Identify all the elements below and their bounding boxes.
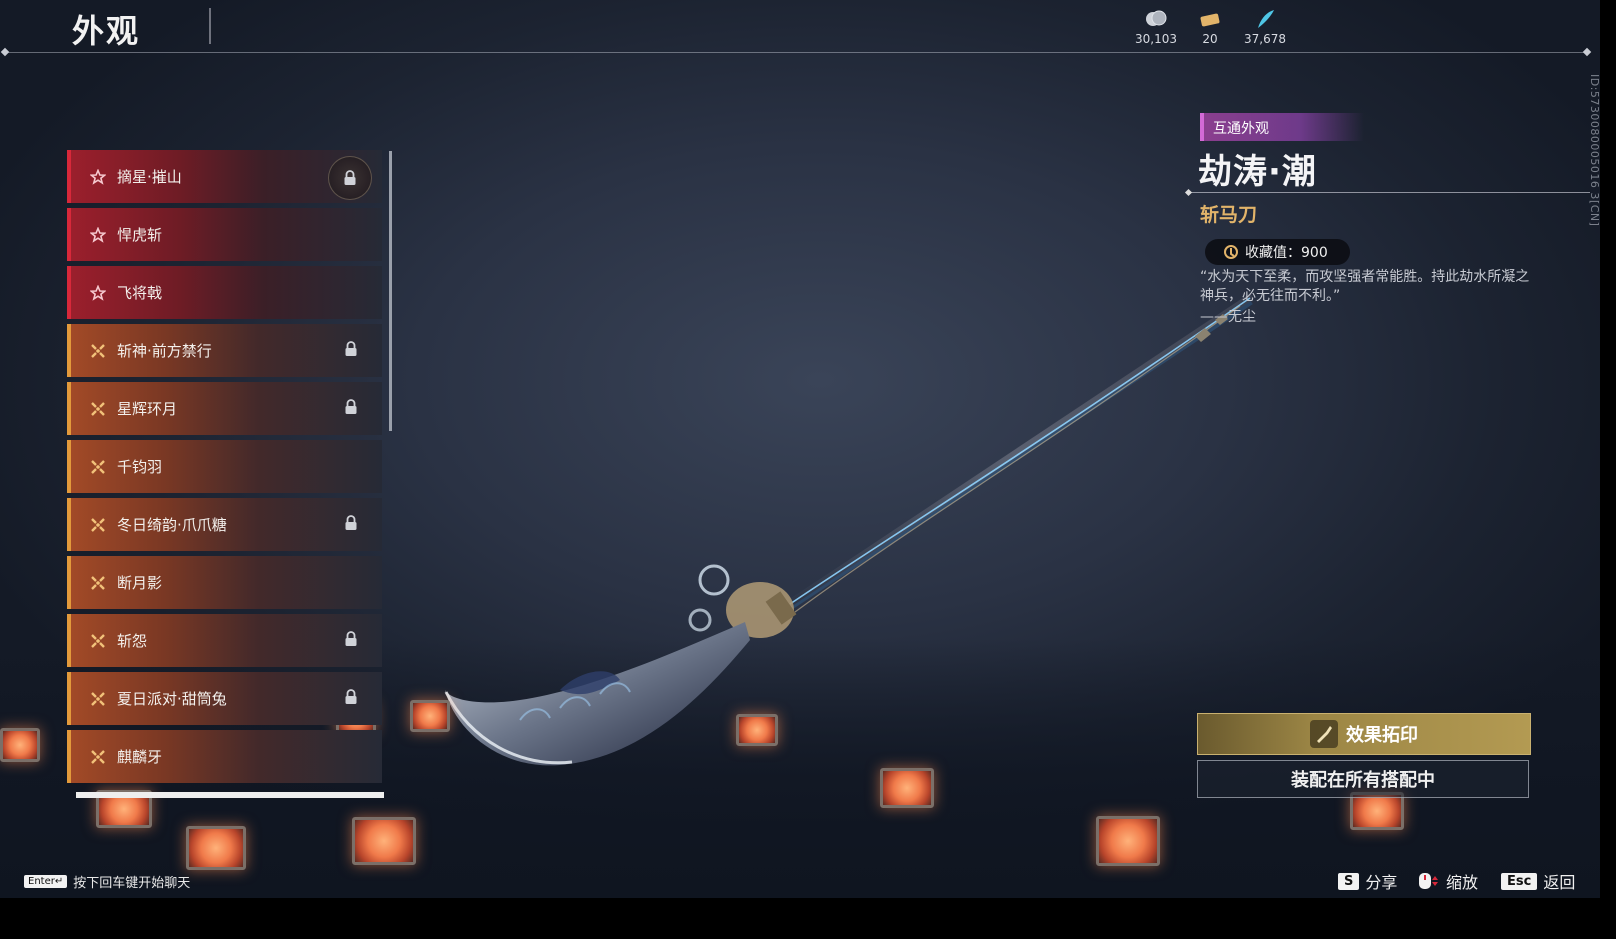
list-item[interactable]: 冬日绮韵·爪爪糖 (67, 498, 382, 551)
lantern-decoration (410, 700, 450, 732)
enter-key-badge: Enter↵ (24, 875, 68, 888)
list-item[interactable]: 麒麟牙 (67, 730, 382, 783)
star-rarity-icon (89, 284, 107, 302)
lock-icon (344, 399, 358, 415)
currency-silver-value: 30,103 (1135, 32, 1177, 46)
currency-ticket: 20 (1180, 8, 1240, 46)
star-rarity-icon (89, 168, 107, 186)
lock-icon (344, 341, 358, 357)
share-label: 分享 (1365, 873, 1398, 892)
cross-rarity-icon (89, 632, 107, 650)
list-item-label: 断月影 (117, 574, 163, 592)
list-item[interactable]: 夏日派对·甜筒兔 (67, 672, 382, 725)
top-bar: 外观 30,103 20 37,678 (0, 0, 1600, 57)
lock-icon (328, 156, 372, 200)
cross-rarity-icon (89, 690, 107, 708)
list-item[interactable]: 斩神·前方禁行 (67, 324, 382, 377)
feather-icon (1258, 10, 1274, 28)
equip-all-label: 装配在所有搭配中 (1291, 770, 1435, 791)
list-item[interactable]: 断月影 (67, 556, 382, 609)
back-label: 返回 (1543, 873, 1576, 892)
zoom-label: 缩放 (1446, 873, 1479, 892)
list-item-label: 摘星·摧山 (117, 168, 182, 186)
s-key-badge: S (1338, 872, 1360, 890)
cross-rarity-icon (89, 342, 107, 360)
collection-value-badge: 收藏值：900 (1205, 239, 1350, 265)
weapon-name: 劫涛·潮 (1198, 152, 1317, 192)
list-item-label: 飞将戟 (117, 284, 163, 302)
currency-silver: 30,103 (1126, 8, 1186, 46)
appearance-list[interactable]: 摘星·摧山悍虎斩飞将戟斩神·前方禁行 星辉环月千钧羽冬日绮韵·爪爪糖 断月影斩怨夏日… (67, 150, 382, 796)
list-item-label: 夏日派对·甜筒兔 (117, 690, 227, 708)
cross-rarity-icon (89, 574, 107, 592)
lock-icon (344, 515, 358, 531)
list-item-label: 斩神·前方禁行 (117, 342, 212, 360)
list-item[interactable]: 悍虎斩 (67, 208, 382, 261)
list-item-label: 星辉环月 (117, 400, 178, 418)
lock-icon (344, 631, 358, 647)
list-item[interactable]: 千钧羽 (67, 440, 382, 493)
item-id: ID:5730080005016 3[CN] (1588, 74, 1601, 227)
list-item-label: 麒麟牙 (117, 748, 163, 766)
list-next-item-edge (76, 792, 384, 798)
star-rarity-icon (89, 226, 107, 244)
weapon-type: 斩马刀 (1200, 204, 1258, 226)
lantern-decoration (0, 728, 40, 762)
lantern-decoration (880, 768, 934, 808)
currency-feather-value: 37,678 (1244, 32, 1286, 46)
cross-platform-tag: 互通外观 (1200, 113, 1364, 141)
list-item[interactable]: 摘星·摧山 (67, 150, 382, 203)
share-hotkey[interactable]: S 分享 (1338, 869, 1397, 893)
silver-coin-icon (1146, 10, 1167, 26)
cross-rarity-icon (89, 458, 107, 476)
list-item[interactable]: 星辉环月 (67, 382, 382, 435)
list-item-label: 冬日绮韵·爪爪糖 (117, 516, 227, 534)
collection-value: 收藏值：900 (1245, 245, 1328, 261)
list-item[interactable]: 斩怨 (67, 614, 382, 667)
list-item-label: 悍虎斩 (117, 226, 163, 244)
brush-icon (1310, 720, 1338, 748)
lantern-decoration (736, 714, 778, 746)
lock-icon (344, 689, 358, 705)
mouse-wheel-icon (1419, 873, 1438, 889)
cross-rarity-icon (89, 516, 107, 534)
list-scrollbar[interactable] (389, 151, 392, 431)
cross-rarity-icon (89, 400, 107, 418)
currency-feather: 37,678 (1235, 8, 1295, 46)
effect-imprint-button[interactable]: 效果拓印 (1197, 713, 1531, 755)
ticket-icon (1200, 13, 1220, 27)
list-item-label: 斩怨 (117, 632, 148, 650)
equip-all-button[interactable]: 装配在所有搭配中 (1197, 760, 1529, 798)
cross-rarity-icon (89, 748, 107, 766)
chat-hint[interactable]: Enter↵ 按下回车键开始聊天 (24, 872, 190, 891)
effect-imprint-label: 效果拓印 (1346, 725, 1418, 746)
lantern-decoration (1096, 816, 1160, 866)
lantern-decoration (186, 826, 246, 870)
quote-author: ——无尘 (1200, 309, 1256, 325)
currency-ticket-value: 20 (1202, 32, 1218, 46)
collection-icon (1224, 245, 1238, 259)
list-item-label: 千钧羽 (117, 458, 163, 476)
name-divider (1190, 192, 1590, 193)
zoom-hotkey[interactable]: 缩放 (1418, 869, 1478, 893)
tag-label: 互通外观 (1213, 121, 1269, 137)
esc-key-badge: Esc (1501, 872, 1538, 890)
header-divider (6, 52, 1588, 53)
chat-hint-text: 按下回车键开始聊天 (73, 876, 191, 891)
flavor-quote: “水为天下至柔，而攻坚强者常能胜。持此劫水所凝之神兵，必无往而不利。” (1200, 269, 1530, 304)
list-item[interactable]: 飞将戟 (67, 266, 382, 319)
lantern-decoration (352, 817, 416, 865)
back-hotkey[interactable]: Esc 返回 (1501, 869, 1575, 893)
title-divider (209, 8, 211, 44)
page-title: 外观 (72, 12, 141, 50)
